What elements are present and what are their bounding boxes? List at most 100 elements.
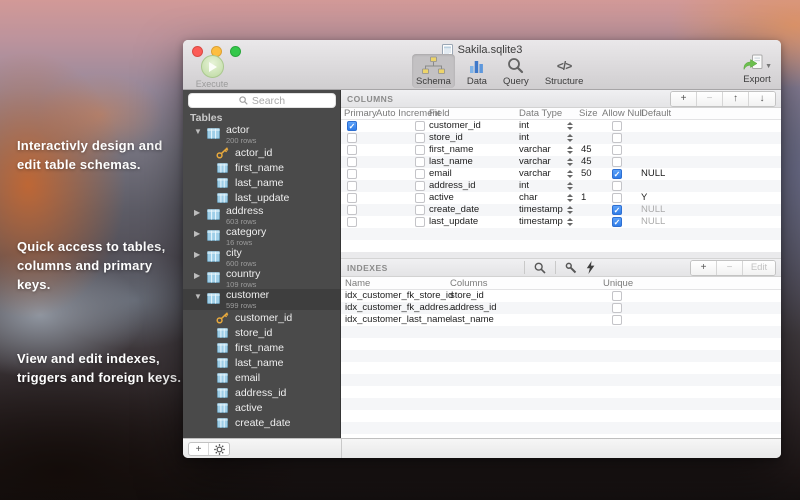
primary-checkbox[interactable]: [347, 217, 357, 227]
sidebar-column-store_id[interactable]: store_id: [183, 325, 340, 340]
data-type-value[interactable]: int: [519, 132, 529, 144]
allow-null-checkbox[interactable]: [612, 181, 622, 191]
column-row-last_name[interactable]: last_namevarchar45: [341, 156, 781, 168]
settings-button[interactable]: [209, 443, 229, 455]
allow-null-checkbox[interactable]: [612, 133, 622, 143]
sidebar-column-email[interactable]: email: [183, 370, 340, 385]
auto-increment-checkbox[interactable]: [415, 217, 425, 227]
trigger-lightning-icon[interactable]: [586, 261, 595, 274]
sidebar-column-first_name[interactable]: first_name: [183, 160, 340, 175]
primary-checkbox[interactable]: [347, 205, 357, 215]
indexes-tab-icon[interactable]: [534, 262, 546, 274]
data-type-value[interactable]: varchar: [519, 144, 551, 156]
column-row-address_id[interactable]: address_idint: [341, 180, 781, 192]
sidebar-column-customer_id[interactable]: customer_id: [183, 310, 340, 325]
index-row[interactable]: idx_customer_fk_addres...address_id: [341, 302, 781, 314]
data-type-stepper[interactable]: [567, 146, 573, 154]
allow-null-checkbox[interactable]: [612, 193, 622, 203]
remove-index-button[interactable]: −: [717, 261, 743, 275]
sidebar-column-actor_id[interactable]: actor_id: [183, 145, 340, 160]
unique-checkbox[interactable]: [612, 303, 622, 313]
auto-increment-checkbox[interactable]: [415, 193, 425, 203]
toolbar-view-query[interactable]: Query: [499, 54, 533, 88]
auto-increment-checkbox[interactable]: [415, 133, 425, 143]
primary-checkbox[interactable]: [347, 169, 357, 179]
execute-button[interactable]: Execute: [190, 55, 234, 89]
data-type-stepper[interactable]: [567, 170, 573, 178]
data-type-value[interactable]: varchar: [519, 156, 551, 168]
data-type-stepper[interactable]: [567, 194, 573, 202]
export-button[interactable]: ▼ Export: [742, 54, 772, 85]
data-type-value[interactable]: int: [519, 120, 529, 132]
primary-checkbox[interactable]: [347, 193, 357, 203]
data-type-stepper[interactable]: [567, 218, 573, 226]
sidebar-table-customer[interactable]: ▼customer599 rows: [183, 289, 340, 310]
sidebar-column-address_id[interactable]: address_id: [183, 385, 340, 400]
chevron-right-icon[interactable]: ▶: [194, 269, 207, 282]
toolbar-view-structure[interactable]: </>Structure: [541, 54, 588, 88]
allow-null-checkbox[interactable]: [612, 157, 622, 167]
column-row-store_id[interactable]: store_idint: [341, 132, 781, 144]
primary-checkbox[interactable]: [347, 121, 357, 131]
column-row-first_name[interactable]: first_namevarchar45: [341, 144, 781, 156]
unique-checkbox[interactable]: [612, 291, 622, 301]
sidebar-table-address[interactable]: ▶address603 rows: [183, 205, 340, 226]
primary-checkbox[interactable]: [347, 181, 357, 191]
chevron-down-icon[interactable]: ▼: [194, 290, 207, 303]
primary-checkbox[interactable]: [347, 145, 357, 155]
sidebar-column-first_name[interactable]: first_name: [183, 340, 340, 355]
allow-null-checkbox[interactable]: [612, 145, 622, 155]
data-type-value[interactable]: timestamp: [519, 216, 563, 228]
column-row-email[interactable]: emailvarchar50NULL: [341, 168, 781, 180]
auto-increment-checkbox[interactable]: [415, 145, 425, 155]
toolbar-view-data[interactable]: Data: [463, 54, 491, 88]
search-input[interactable]: Search: [188, 93, 336, 108]
move-column-down-button[interactable]: ↓: [749, 92, 775, 106]
data-type-stepper[interactable]: [567, 182, 573, 190]
auto-increment-checkbox[interactable]: [415, 157, 425, 167]
sidebar-column-active[interactable]: active: [183, 400, 340, 415]
sidebar-column-last_name[interactable]: last_name: [183, 175, 340, 190]
data-type-value[interactable]: char: [519, 192, 537, 204]
remove-column-button[interactable]: −: [697, 92, 723, 106]
toolbar-view-schema[interactable]: Schema: [412, 54, 455, 88]
auto-increment-checkbox[interactable]: [415, 205, 425, 215]
sidebar-table-country[interactable]: ▶country109 rows: [183, 268, 340, 289]
chevron-right-icon[interactable]: ▶: [194, 227, 207, 240]
edit-index-button[interactable]: Edit: [743, 261, 775, 275]
data-type-value[interactable]: timestamp: [519, 204, 563, 216]
add-column-button[interactable]: +: [671, 92, 697, 106]
column-row-customer_id[interactable]: customer_idint: [341, 120, 781, 132]
column-row-active[interactable]: activechar1Y: [341, 192, 781, 204]
sidebar-table-actor[interactable]: ▼actor200 rows: [183, 124, 340, 145]
allow-null-checkbox[interactable]: [612, 205, 622, 215]
sidebar-column-last_name[interactable]: last_name: [183, 355, 340, 370]
sidebar-column-create_date[interactable]: create_date: [183, 415, 340, 430]
chevron-right-icon[interactable]: ▶: [194, 248, 207, 261]
chevron-right-icon[interactable]: ▶: [194, 206, 207, 219]
auto-increment-checkbox[interactable]: [415, 181, 425, 191]
foreign-key-wrench-icon[interactable]: [565, 262, 577, 274]
data-type-stepper[interactable]: [567, 158, 573, 166]
data-type-value[interactable]: int: [519, 180, 529, 192]
data-type-value[interactable]: varchar: [519, 168, 551, 180]
data-type-stepper[interactable]: [567, 134, 573, 142]
column-row-last_update[interactable]: last_updatetimestampNULL: [341, 216, 781, 228]
sidebar-table-city[interactable]: ▶city600 rows: [183, 247, 340, 268]
add-index-button[interactable]: +: [691, 261, 717, 275]
allow-null-checkbox[interactable]: [612, 217, 622, 227]
primary-checkbox[interactable]: [347, 133, 357, 143]
data-type-stepper[interactable]: [567, 122, 573, 130]
auto-increment-checkbox[interactable]: [415, 169, 425, 179]
add-table-button[interactable]: +: [189, 443, 209, 455]
move-column-up-button[interactable]: ↑: [723, 92, 749, 106]
chevron-down-icon[interactable]: ▼: [194, 125, 207, 138]
primary-checkbox[interactable]: [347, 157, 357, 167]
auto-increment-checkbox[interactable]: [415, 121, 425, 131]
sidebar-table-category[interactable]: ▶category16 rows: [183, 226, 340, 247]
column-row-create_date[interactable]: create_datetimestampNULL: [341, 204, 781, 216]
unique-checkbox[interactable]: [612, 315, 622, 325]
data-type-stepper[interactable]: [567, 206, 573, 214]
allow-null-checkbox[interactable]: [612, 169, 622, 179]
index-row[interactable]: idx_customer_fk_store_idstore_id: [341, 290, 781, 302]
